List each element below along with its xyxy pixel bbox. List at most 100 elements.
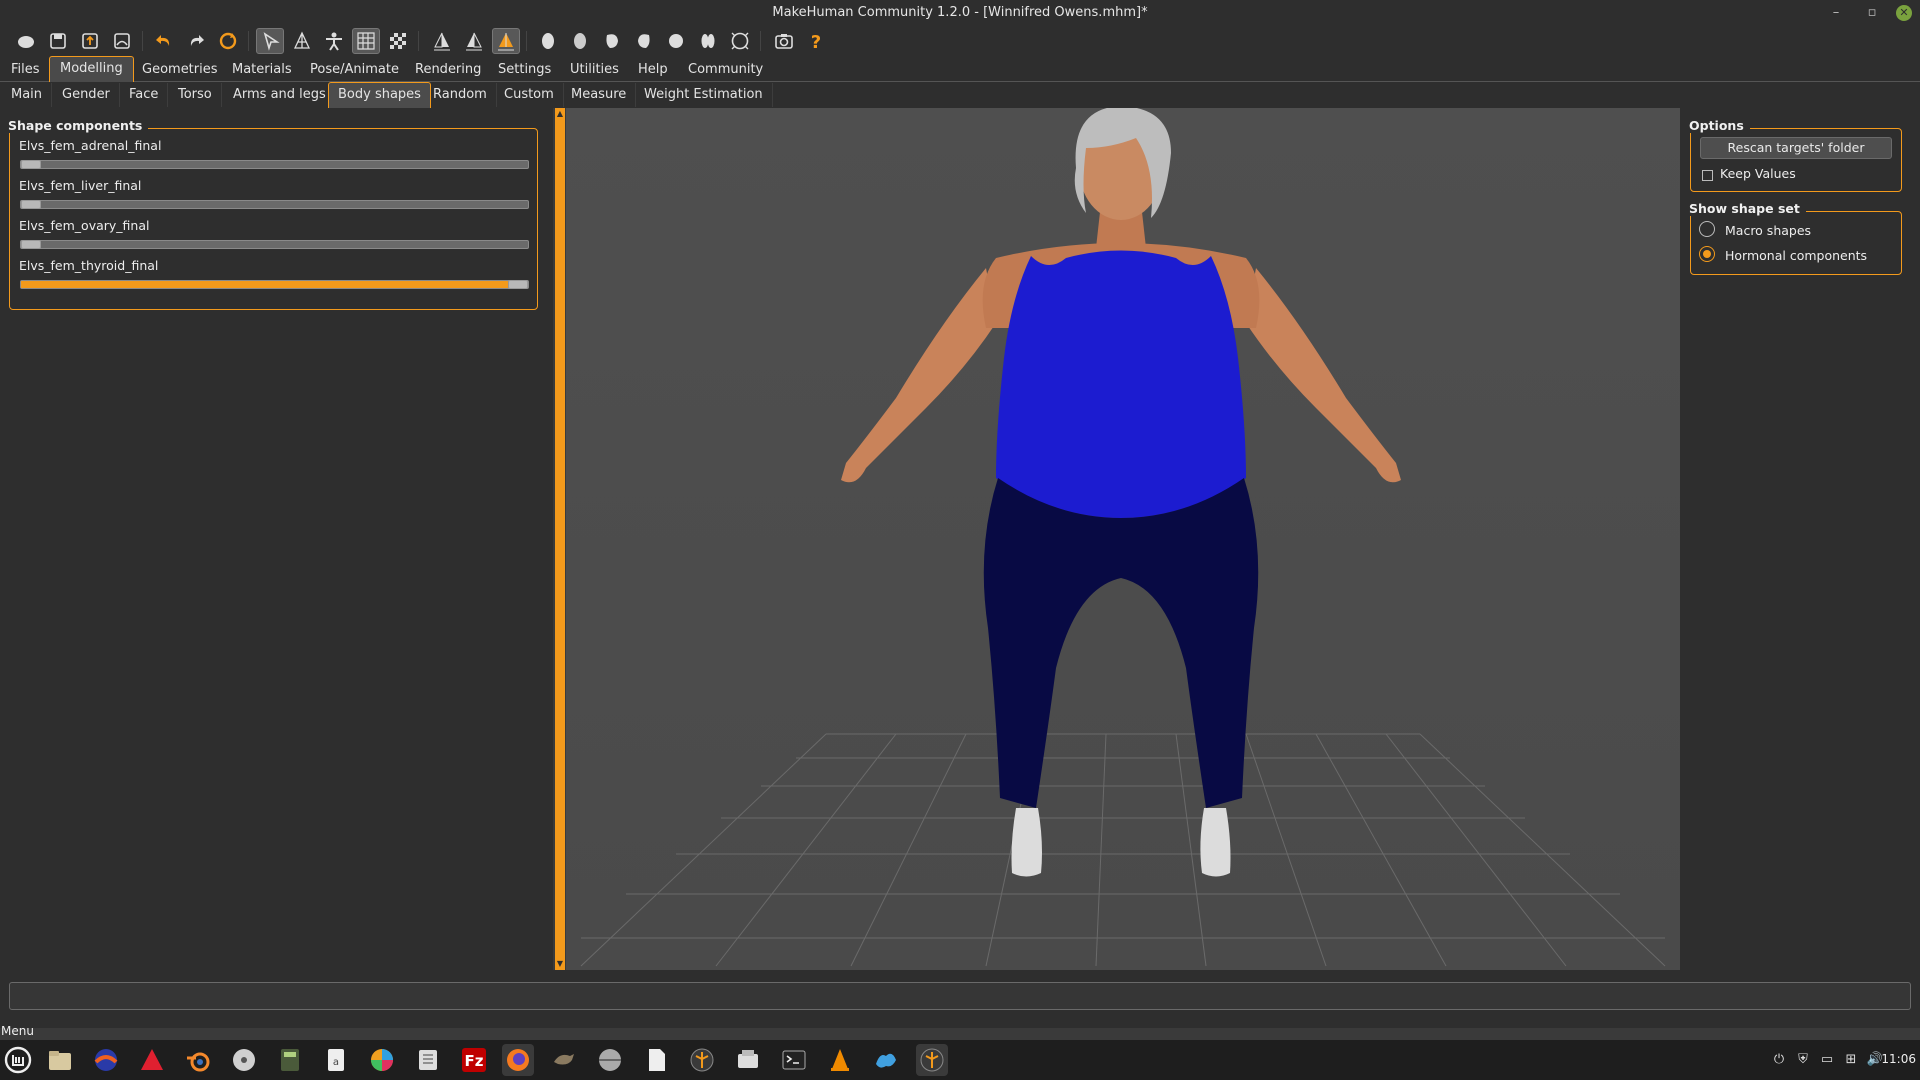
hormonal-components-radio[interactable]: [1699, 246, 1715, 262]
files-icon[interactable]: [44, 1044, 76, 1076]
shape-components-title: Shape components: [8, 118, 149, 133]
app-icon[interactable]: [90, 1044, 122, 1076]
shield-icon[interactable]: ⛨: [1794, 1051, 1812, 1069]
mint-menu-icon[interactable]: [2, 1044, 34, 1076]
menu-label[interactable]: Menu: [1, 1024, 34, 1038]
gimp-icon[interactable]: [548, 1044, 580, 1076]
new-icon[interactable]: [12, 28, 40, 54]
symmetry-icon[interactable]: [492, 28, 520, 54]
tab-help[interactable]: Help: [628, 58, 678, 82]
subtab-body-shapes[interactable]: Body shapes: [328, 82, 431, 108]
makehuman-icon[interactable]: [686, 1044, 718, 1076]
vivaldi-icon[interactable]: [136, 1044, 168, 1076]
network-icon[interactable]: ⊞: [1842, 1051, 1860, 1069]
wireframe-icon[interactable]: [288, 28, 316, 54]
macro-shapes-label: Macro shapes: [1725, 223, 1812, 238]
reset-icon[interactable]: [214, 28, 242, 54]
document-icon[interactable]: [640, 1044, 672, 1076]
subtab-random[interactable]: Random: [424, 83, 497, 107]
subtab-custom[interactable]: Custom: [495, 83, 564, 107]
slider-ovary[interactable]: [20, 240, 529, 249]
calculator-icon[interactable]: [274, 1044, 306, 1076]
rescan-targets-button[interactable]: Rescan targets' folder: [1700, 137, 1892, 159]
minimize-icon[interactable]: –: [1826, 3, 1846, 23]
tab-settings[interactable]: Settings: [488, 58, 561, 82]
slider-handle[interactable]: [21, 240, 41, 249]
slider-handle[interactable]: [21, 200, 41, 209]
tab-materials[interactable]: Materials: [222, 58, 302, 82]
disc-icon[interactable]: [228, 1044, 260, 1076]
subtab-gender[interactable]: Gender: [53, 83, 120, 107]
disk-icon[interactable]: [594, 1044, 626, 1076]
tab-geometries[interactable]: Geometries: [132, 58, 228, 82]
checker-icon[interactable]: [384, 28, 412, 54]
archive-icon[interactable]: [412, 1044, 444, 1076]
save-icon[interactable]: [44, 28, 72, 54]
smooth-icon[interactable]: [256, 28, 284, 54]
makehuman-running-icon[interactable]: [916, 1044, 948, 1076]
vlc-icon[interactable]: [824, 1044, 856, 1076]
macro-shapes-radio[interactable]: [1699, 221, 1715, 237]
bottom-view-icon[interactable]: [694, 28, 722, 54]
slider-adrenal[interactable]: [20, 160, 529, 169]
reset-camera-icon[interactable]: [726, 28, 754, 54]
scroll-up-icon[interactable]: ▲: [556, 110, 564, 118]
slider-label-liver: Elvs_fem_liver_final: [19, 178, 142, 193]
firefox-icon[interactable]: [502, 1044, 534, 1076]
tab-rendering[interactable]: Rendering: [405, 58, 491, 82]
power-icon[interactable]: ⏻: [1770, 1051, 1788, 1069]
front-view-icon[interactable]: [534, 28, 562, 54]
slider-handle[interactable]: [21, 160, 41, 169]
tab-pose-animate[interactable]: Pose/Animate: [300, 58, 409, 82]
redo-icon[interactable]: [182, 28, 210, 54]
keep-values-checkbox[interactable]: [1702, 170, 1713, 181]
export-icon[interactable]: [76, 28, 104, 54]
svg-text:a: a: [333, 1057, 339, 1068]
filezilla-icon[interactable]: Fz: [458, 1044, 490, 1076]
symmetry-right-icon[interactable]: [428, 28, 456, 54]
slider-label-adrenal: Elvs_fem_adrenal_final: [19, 138, 162, 153]
subtab-face[interactable]: Face: [120, 83, 169, 107]
status-area: [0, 970, 1920, 1028]
close-icon[interactable]: ✕: [1896, 5, 1912, 21]
subtab-torso[interactable]: Torso: [169, 83, 222, 107]
pose-icon[interactable]: [320, 28, 348, 54]
maximize-icon[interactable]: ▫: [1862, 3, 1882, 23]
slider-handle[interactable]: [508, 280, 528, 289]
grid-icon[interactable]: [352, 28, 380, 54]
help-icon[interactable]: ?: [802, 28, 830, 54]
left-panel-scrollbar[interactable]: ▲ ▼: [555, 108, 565, 970]
typewriter-icon[interactable]: [732, 1044, 764, 1076]
load-icon[interactable]: [108, 28, 136, 54]
symmetry-left-icon[interactable]: [460, 28, 488, 54]
color-icon[interactable]: [366, 1044, 398, 1076]
terminal-icon[interactable]: [778, 1044, 810, 1076]
tab-files[interactable]: Files: [1, 58, 50, 82]
text-icon[interactable]: a: [320, 1044, 352, 1076]
tab-modelling[interactable]: Modelling: [49, 56, 134, 82]
top-view-icon[interactable]: [662, 28, 690, 54]
blender-icon[interactable]: [182, 1044, 214, 1076]
taskbar: a Fz ⏻ ⛨ ▭ ⊞ 🔊 11:06: [0, 1040, 1920, 1080]
tab-community[interactable]: Community: [678, 58, 773, 82]
clock[interactable]: 11:06: [1881, 1052, 1916, 1066]
slider-liver[interactable]: [20, 200, 529, 209]
right-view-icon[interactable]: [630, 28, 658, 54]
slider-thyroid[interactable]: [20, 280, 529, 289]
gpu-icon[interactable]: ▭: [1818, 1051, 1836, 1069]
tab-utilities[interactable]: Utilities: [560, 58, 629, 82]
subtab-main[interactable]: Main: [2, 83, 53, 107]
subtab-measure[interactable]: Measure: [562, 83, 637, 107]
human-model: [841, 108, 1401, 877]
svg-text:Fz: Fz: [465, 1052, 484, 1070]
back-view-icon[interactable]: [566, 28, 594, 54]
scroll-down-icon[interactable]: ▼: [556, 960, 564, 968]
subtab-arms-and-legs[interactable]: Arms and legs: [224, 83, 336, 107]
left-view-icon[interactable]: [598, 28, 626, 54]
3d-viewport[interactable]: [566, 108, 1680, 970]
subtab-weight-estimation[interactable]: Weight Estimation: [635, 83, 773, 107]
screenshot-icon[interactable]: [770, 28, 798, 54]
inkscape-icon[interactable]: [870, 1044, 902, 1076]
status-field: [9, 982, 1911, 1010]
undo-icon[interactable]: [150, 28, 178, 54]
